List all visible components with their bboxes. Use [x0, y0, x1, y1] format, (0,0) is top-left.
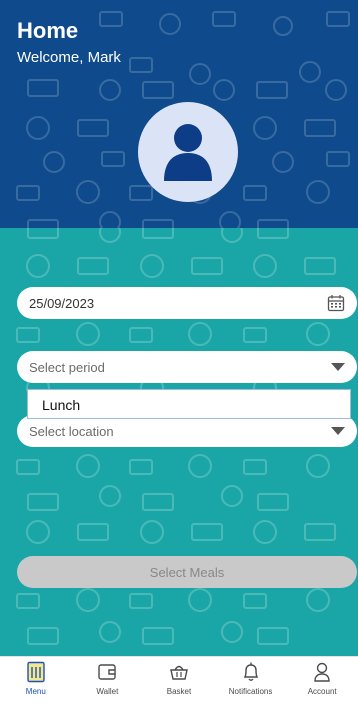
- wallet-icon: [98, 664, 117, 680]
- nav-item-menu[interactable]: Menu: [4, 661, 68, 696]
- nav-item-notifications[interactable]: Notifications: [219, 661, 283, 696]
- location-placeholder: Select location: [29, 423, 114, 439]
- nav-item-account[interactable]: Account: [290, 661, 354, 696]
- basket-icon: [170, 665, 188, 680]
- nav-item-wallet[interactable]: Wallet: [75, 661, 139, 696]
- bell-icon: [243, 662, 258, 681]
- period-placeholder: Select period: [29, 359, 105, 375]
- date-value: 25/09/2023: [29, 295, 95, 311]
- header-area: Home Welcome, Mark: [0, 0, 358, 228]
- bottom-navigation: Menu Wallet Basket Notifications Account: [0, 656, 358, 711]
- page-title: Home: [17, 18, 79, 43]
- select-meals-button[interactable]: Select Meals: [17, 556, 357, 588]
- chevron-down-icon: [331, 363, 345, 371]
- account-icon: [314, 662, 330, 682]
- period-option-lunch[interactable]: Lunch: [27, 389, 351, 419]
- nav-item-basket[interactable]: Basket: [147, 661, 211, 696]
- nav-label: Wallet: [96, 687, 119, 696]
- user-icon: [164, 124, 212, 181]
- menu-icon: [27, 661, 45, 683]
- nav-label: Menu: [25, 687, 46, 696]
- nav-label: Notifications: [228, 687, 273, 696]
- welcome-text: Welcome, Mark: [17, 49, 121, 66]
- date-field[interactable]: 25/09/2023: [17, 287, 357, 319]
- location-select[interactable]: Select location: [17, 415, 357, 447]
- nav-label: Basket: [166, 687, 192, 696]
- chevron-down-icon: [331, 427, 345, 435]
- calendar-icon[interactable]: [327, 294, 345, 312]
- nav-label: Account: [307, 687, 337, 696]
- period-select[interactable]: Select period: [17, 351, 357, 383]
- avatar[interactable]: [138, 102, 238, 202]
